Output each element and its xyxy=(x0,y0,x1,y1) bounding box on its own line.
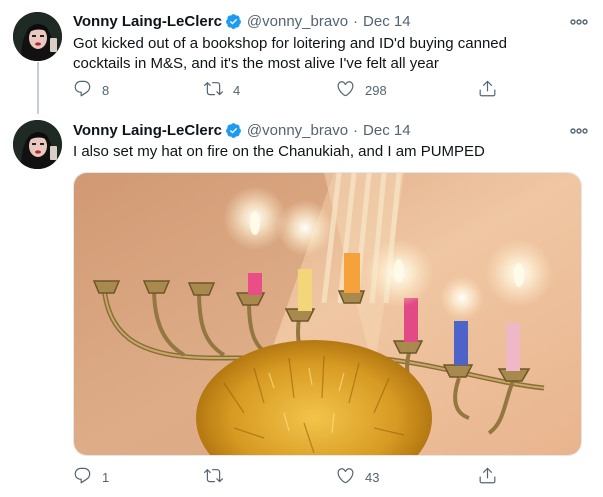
share-icon xyxy=(478,79,497,101)
author-handle[interactable]: @vonny_bravo xyxy=(247,122,348,139)
reply-button[interactable]: 1 xyxy=(73,467,109,487)
tweet-actions: 8 4 298 xyxy=(73,80,513,100)
more-icon[interactable] xyxy=(569,15,589,27)
tweet-text-line: Got kicked out of a bookshop for loiteri… xyxy=(73,35,507,52)
reply-count: 1 xyxy=(102,469,110,485)
verified-badge-icon xyxy=(225,13,242,30)
tweet[interactable]: Vonny Laing-LeClerc @vonny_bravo · Dec 1… xyxy=(0,110,603,497)
retweet-icon xyxy=(204,79,223,101)
author-name[interactable]: Vonny Laing-LeClerc xyxy=(73,122,222,139)
like-button[interactable]: 43 xyxy=(336,467,379,487)
tweet-date[interactable]: Dec 14 xyxy=(363,122,411,139)
author-name[interactable]: Vonny Laing-LeClerc xyxy=(73,13,222,30)
like-button[interactable]: 298 xyxy=(336,80,387,100)
separator-dot: · xyxy=(353,12,359,30)
retweet-button[interactable]: 4 xyxy=(204,80,240,100)
tweet-header: Vonny Laing-LeClerc @vonny_bravo · Dec 1… xyxy=(73,11,411,31)
avatar[interactable] xyxy=(13,120,62,169)
separator-dot: · xyxy=(353,121,359,139)
reply-icon xyxy=(73,466,92,488)
author-handle[interactable]: @vonny_bravo xyxy=(247,13,348,30)
more-icon[interactable] xyxy=(569,124,589,136)
retweet-icon xyxy=(204,466,223,488)
chanukiah-photo xyxy=(74,173,581,455)
like-icon xyxy=(336,466,355,488)
like-count: 298 xyxy=(365,82,387,98)
retweet-count: 4 xyxy=(233,82,241,98)
share-button[interactable] xyxy=(478,467,497,487)
retweet-button[interactable] xyxy=(204,467,233,487)
like-count: 43 xyxy=(365,469,380,485)
verified-badge-icon xyxy=(225,122,242,139)
tweet-date[interactable]: Dec 14 xyxy=(363,13,411,30)
share-icon xyxy=(478,466,497,488)
avatar[interactable] xyxy=(13,12,62,61)
like-icon xyxy=(336,79,355,101)
tweet-text-line: I also set my hat on fire on the Chanuki… xyxy=(73,143,485,160)
reply-button[interactable]: 8 xyxy=(73,80,109,100)
thread-line xyxy=(37,62,39,114)
tweet-header: Vonny Laing-LeClerc @vonny_bravo · Dec 1… xyxy=(73,120,411,140)
tweet-text: Got kicked out of a bookshop for loiteri… xyxy=(73,34,573,74)
tweet-text-line: cocktails in M&S, and it's the most aliv… xyxy=(73,55,439,72)
reply-icon xyxy=(73,79,92,101)
reply-count: 8 xyxy=(102,82,110,98)
tweet[interactable]: Vonny Laing-LeClerc @vonny_bravo · Dec 1… xyxy=(0,0,603,114)
tweet-photo[interactable] xyxy=(73,172,582,456)
share-button[interactable] xyxy=(478,80,497,100)
tweet-text: I also set my hat on fire on the Chanuki… xyxy=(73,142,573,162)
tweet-actions: 1 43 xyxy=(73,467,513,487)
